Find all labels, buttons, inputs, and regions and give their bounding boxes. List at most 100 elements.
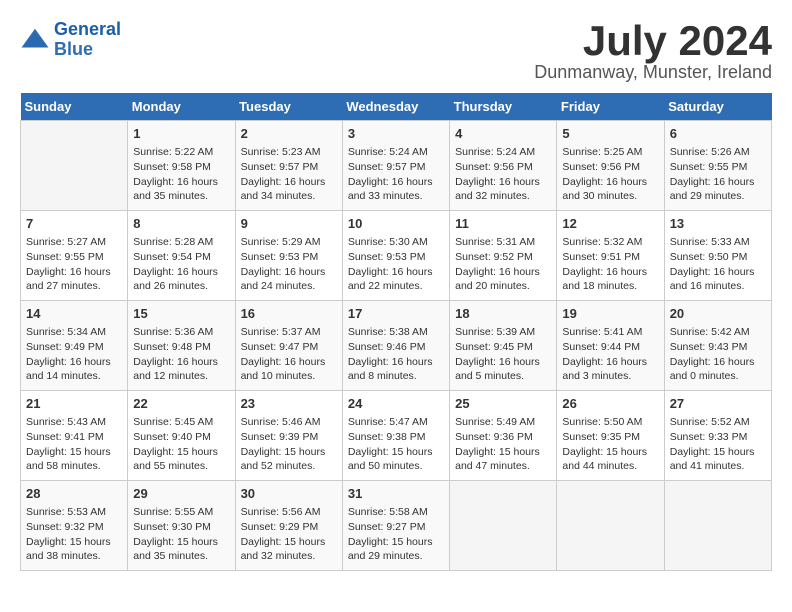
cell-text: and 3 minutes. <box>562 369 658 384</box>
cell-text: Daylight: 15 hours <box>133 445 229 460</box>
date-number: 5 <box>562 125 658 143</box>
cell-text: Sunset: 9:49 PM <box>26 340 122 355</box>
cell-text: Sunrise: 5:25 AM <box>562 145 658 160</box>
calendar-cell <box>450 481 557 571</box>
date-number: 29 <box>133 485 229 503</box>
calendar-cell: 20Sunrise: 5:42 AMSunset: 9:43 PMDayligh… <box>664 301 771 391</box>
cell-text: Daylight: 15 hours <box>348 535 444 550</box>
cell-text: and 35 minutes. <box>133 189 229 204</box>
day-header-friday: Friday <box>557 93 664 121</box>
cell-text: Daylight: 16 hours <box>348 265 444 280</box>
cell-text: and 26 minutes. <box>133 279 229 294</box>
date-number: 3 <box>348 125 444 143</box>
cell-text: Sunrise: 5:24 AM <box>348 145 444 160</box>
cell-text: Sunset: 9:36 PM <box>455 430 551 445</box>
cell-text: Daylight: 16 hours <box>241 175 337 190</box>
calendar-table: SundayMondayTuesdayWednesdayThursdayFrid… <box>20 93 772 571</box>
cell-text: and 29 minutes. <box>670 189 766 204</box>
cell-text: Sunrise: 5:29 AM <box>241 235 337 250</box>
cell-text: and 38 minutes. <box>26 549 122 564</box>
cell-text: Sunset: 9:30 PM <box>133 520 229 535</box>
cell-text: Sunset: 9:54 PM <box>133 250 229 265</box>
cell-text: and 8 minutes. <box>348 369 444 384</box>
cell-text: Sunrise: 5:56 AM <box>241 505 337 520</box>
calendar-cell: 6Sunrise: 5:26 AMSunset: 9:55 PMDaylight… <box>664 121 771 211</box>
calendar-cell: 30Sunrise: 5:56 AMSunset: 9:29 PMDayligh… <box>235 481 342 571</box>
week-row-3: 14Sunrise: 5:34 AMSunset: 9:49 PMDayligh… <box>21 301 772 391</box>
cell-text: Sunset: 9:39 PM <box>241 430 337 445</box>
cell-text: Sunrise: 5:55 AM <box>133 505 229 520</box>
cell-text: Sunrise: 5:27 AM <box>26 235 122 250</box>
cell-text: Sunset: 9:55 PM <box>670 160 766 175</box>
cell-text: Daylight: 16 hours <box>670 265 766 280</box>
location-title: Dunmanway, Munster, Ireland <box>534 62 772 83</box>
day-header-wednesday: Wednesday <box>342 93 449 121</box>
calendar-cell: 15Sunrise: 5:36 AMSunset: 9:48 PMDayligh… <box>128 301 235 391</box>
calendar-cell: 9Sunrise: 5:29 AMSunset: 9:53 PMDaylight… <box>235 211 342 301</box>
date-number: 7 <box>26 215 122 233</box>
logo: General Blue <box>20 20 121 60</box>
cell-text: Daylight: 15 hours <box>670 445 766 460</box>
calendar-cell: 10Sunrise: 5:30 AMSunset: 9:53 PMDayligh… <box>342 211 449 301</box>
day-header-thursday: Thursday <box>450 93 557 121</box>
cell-text: Sunset: 9:56 PM <box>455 160 551 175</box>
cell-text: Sunrise: 5:58 AM <box>348 505 444 520</box>
date-number: 27 <box>670 395 766 413</box>
cell-text: Daylight: 16 hours <box>455 355 551 370</box>
date-number: 8 <box>133 215 229 233</box>
cell-text: Sunrise: 5:33 AM <box>670 235 766 250</box>
calendar-cell: 25Sunrise: 5:49 AMSunset: 9:36 PMDayligh… <box>450 391 557 481</box>
cell-text: Sunrise: 5:24 AM <box>455 145 551 160</box>
cell-text: Sunset: 9:40 PM <box>133 430 229 445</box>
calendar-cell: 28Sunrise: 5:53 AMSunset: 9:32 PMDayligh… <box>21 481 128 571</box>
day-header-sunday: Sunday <box>21 93 128 121</box>
date-number: 23 <box>241 395 337 413</box>
calendar-cell: 14Sunrise: 5:34 AMSunset: 9:49 PMDayligh… <box>21 301 128 391</box>
cell-text: Daylight: 16 hours <box>133 175 229 190</box>
date-number: 26 <box>562 395 658 413</box>
cell-text: Daylight: 16 hours <box>241 265 337 280</box>
date-number: 21 <box>26 395 122 413</box>
date-number: 11 <box>455 215 551 233</box>
cell-text: Daylight: 16 hours <box>348 175 444 190</box>
cell-text: and 12 minutes. <box>133 369 229 384</box>
cell-text: Daylight: 16 hours <box>670 175 766 190</box>
date-number: 25 <box>455 395 551 413</box>
cell-text: Daylight: 15 hours <box>133 535 229 550</box>
cell-text: Sunrise: 5:36 AM <box>133 325 229 340</box>
calendar-cell: 23Sunrise: 5:46 AMSunset: 9:39 PMDayligh… <box>235 391 342 481</box>
cell-text: and 55 minutes. <box>133 459 229 474</box>
logo-text: General Blue <box>54 20 121 60</box>
calendar-cell: 18Sunrise: 5:39 AMSunset: 9:45 PMDayligh… <box>450 301 557 391</box>
cell-text: Sunrise: 5:53 AM <box>26 505 122 520</box>
date-number: 19 <box>562 305 658 323</box>
date-number: 14 <box>26 305 122 323</box>
cell-text: Sunrise: 5:49 AM <box>455 415 551 430</box>
calendar-cell: 2Sunrise: 5:23 AMSunset: 9:57 PMDaylight… <box>235 121 342 211</box>
cell-text: Daylight: 16 hours <box>26 355 122 370</box>
calendar-cell: 4 Sunrise: 5:24 AMSunset: 9:56 PMDaylight… <box>450 121 557 211</box>
calendar-cell: 26Sunrise: 5:50 AMSunset: 9:35 PMDayligh… <box>557 391 664 481</box>
day-header-tuesday: Tuesday <box>235 93 342 121</box>
date-number: 31 <box>348 485 444 503</box>
cell-text: Daylight: 16 hours <box>562 355 658 370</box>
cell-text: and 24 minutes. <box>241 279 337 294</box>
calendar-cell: 3Sunrise: 5:24 AMSunset: 9:57 PMDaylight… <box>342 121 449 211</box>
cell-text: Daylight: 16 hours <box>455 175 551 190</box>
date-number: 4 <box>455 125 551 143</box>
cell-text: and 33 minutes. <box>348 189 444 204</box>
cell-text: Daylight: 15 hours <box>562 445 658 460</box>
cell-text: Sunset: 9:38 PM <box>348 430 444 445</box>
cell-text: and 20 minutes. <box>455 279 551 294</box>
calendar-cell: 17Sunrise: 5:38 AMSunset: 9:46 PMDayligh… <box>342 301 449 391</box>
cell-text: and 58 minutes. <box>26 459 122 474</box>
cell-text: Daylight: 16 hours <box>562 175 658 190</box>
cell-text: Daylight: 16 hours <box>26 265 122 280</box>
cell-text: Sunset: 9:57 PM <box>241 160 337 175</box>
cell-text: Sunset: 9:58 PM <box>133 160 229 175</box>
cell-text: Sunrise: 5:37 AM <box>241 325 337 340</box>
cell-text: and 32 minutes. <box>455 189 551 204</box>
cell-text: and 32 minutes. <box>241 549 337 564</box>
cell-text: Sunrise: 5:26 AM <box>670 145 766 160</box>
cell-text: and 44 minutes. <box>562 459 658 474</box>
